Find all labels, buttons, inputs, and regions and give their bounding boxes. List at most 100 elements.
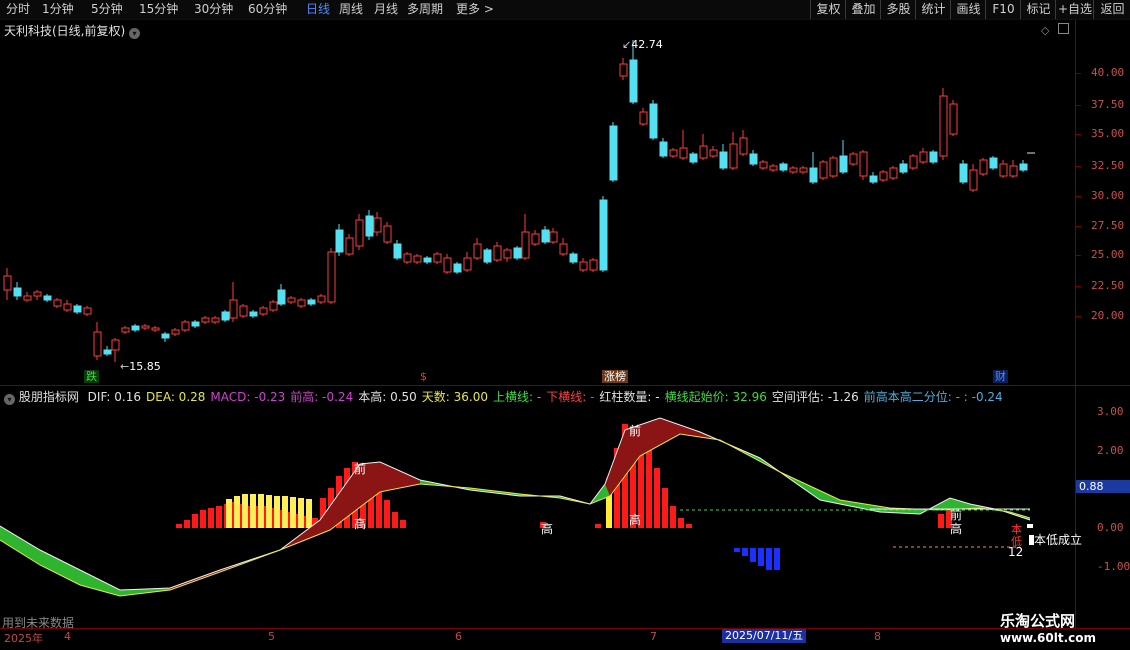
macd-bar: [290, 497, 296, 528]
macd-bar: [250, 494, 256, 528]
candle-body: [171, 329, 180, 335]
candle-body: [141, 325, 150, 329]
price-tick: [1076, 286, 1081, 287]
back-button[interactable]: 返回: [1093, 0, 1130, 19]
price-tick-label: 22.50: [1091, 279, 1125, 292]
candle-body: [639, 111, 648, 125]
f10-button[interactable]: F10: [985, 0, 1021, 19]
candle-body: [355, 219, 364, 247]
indicator-chart[interactable]: [0, 400, 1075, 628]
candle-body: [373, 217, 382, 233]
month-label-6: 6: [455, 630, 462, 643]
macd-bar: [274, 496, 280, 528]
candle-body: [849, 153, 858, 165]
annotation-gao-1: 高: [354, 517, 367, 531]
macd-bar: [662, 488, 668, 528]
candle-body: [719, 151, 728, 169]
pane-divider[interactable]: [0, 385, 1130, 386]
candle-body: [909, 155, 918, 169]
candle-body: [929, 151, 938, 163]
candle-body: [859, 151, 868, 177]
candle-body: [269, 301, 278, 311]
period-tab-multi[interactable]: 多周期: [407, 2, 443, 17]
candle-body: [999, 163, 1008, 177]
candle-body: [53, 299, 62, 307]
adjust-button[interactable]: 复权: [810, 0, 846, 19]
period-tab-more[interactable]: 更多 >: [456, 2, 494, 17]
price-tick: [1076, 166, 1081, 167]
macd-bar: [734, 548, 740, 552]
candle-body: [229, 299, 238, 319]
candle-body: [503, 249, 512, 259]
candle-body: [889, 167, 898, 179]
candle-body: [287, 297, 296, 303]
period-tab-weekly[interactable]: 周线: [339, 2, 363, 17]
candle-body: [161, 333, 170, 339]
candle-body: [789, 167, 798, 173]
add-favorite-button[interactable]: +自选: [1055, 0, 1094, 19]
period-tab-5min[interactable]: 5分钟: [91, 2, 123, 17]
candle-body: [949, 103, 958, 135]
marker-finance[interactable]: 财: [993, 370, 1008, 383]
candle-body: [473, 243, 482, 259]
candle-body: [689, 153, 698, 163]
candle-body: [307, 299, 316, 305]
candle-body: [759, 161, 768, 169]
candle-body: [93, 331, 102, 357]
macd-bar: [306, 499, 312, 528]
price-tick-label: 20.00: [1091, 309, 1125, 322]
future-data-note: 用到未来数据: [2, 616, 75, 630]
candle-body: [799, 167, 808, 173]
multi-stock-button[interactable]: 多股: [880, 0, 916, 19]
macd-bar: [258, 494, 264, 528]
price-tick: [1076, 316, 1081, 317]
macd-bar: [226, 499, 232, 528]
macd-bar: [282, 496, 288, 528]
period-tab-monthly[interactable]: 月线: [374, 2, 398, 17]
draw-line-button[interactable]: 画线: [950, 0, 986, 19]
indicator-tick-label: -1.00: [1097, 560, 1130, 573]
annotation-gao-2: 高: [541, 522, 554, 536]
candle-body: [699, 145, 708, 159]
period-tab-60min[interactable]: 60分钟: [248, 2, 287, 17]
macd-bar: [176, 524, 182, 528]
candlestick-chart[interactable]: [0, 20, 1075, 385]
period-tab-fenshi[interactable]: 分时: [6, 2, 30, 17]
candle-body: [513, 247, 522, 259]
price-tick: [1076, 134, 1081, 135]
candle-body: [1009, 165, 1018, 177]
candle-body: [131, 325, 140, 331]
candle-body: [819, 161, 828, 179]
marker-dollar[interactable]: $: [418, 370, 429, 383]
candle-body: [779, 163, 788, 171]
candle-body: [383, 225, 392, 243]
candle-body: [659, 141, 668, 157]
marker-drop[interactable]: 跌: [84, 370, 99, 383]
macd-bar: [234, 496, 240, 528]
month-label-4: 4: [64, 630, 71, 643]
period-tab-daily[interactable]: 日线: [306, 2, 330, 17]
period-tab-30min[interactable]: 30分钟: [194, 2, 233, 17]
period-tab-15min[interactable]: 15分钟: [139, 2, 178, 17]
candle-body: [549, 231, 558, 243]
macd-bar: [208, 508, 214, 528]
macd-bar: [1027, 524, 1033, 528]
candle-body: [541, 229, 550, 243]
macd-bar: [670, 506, 676, 528]
marker-limit-up[interactable]: 涨榜: [602, 370, 628, 383]
indicator-tick-label: 2.00: [1097, 444, 1124, 457]
candle-body: [809, 167, 818, 183]
candle-body: [629, 59, 638, 103]
candle-body: [531, 233, 540, 245]
period-tab-1min[interactable]: 1分钟: [42, 2, 74, 17]
statistics-button[interactable]: 统计: [915, 0, 951, 19]
high-price-label: ↙42.74: [622, 38, 663, 51]
macd-bar: [192, 514, 198, 528]
candle-body: [669, 149, 678, 157]
candle-body: [221, 311, 230, 321]
candle-body: [201, 317, 210, 323]
macd-bar: [654, 468, 660, 528]
overlay-button[interactable]: 叠加: [845, 0, 881, 19]
candle-body: [939, 95, 948, 157]
mark-button[interactable]: 标记: [1020, 0, 1056, 19]
